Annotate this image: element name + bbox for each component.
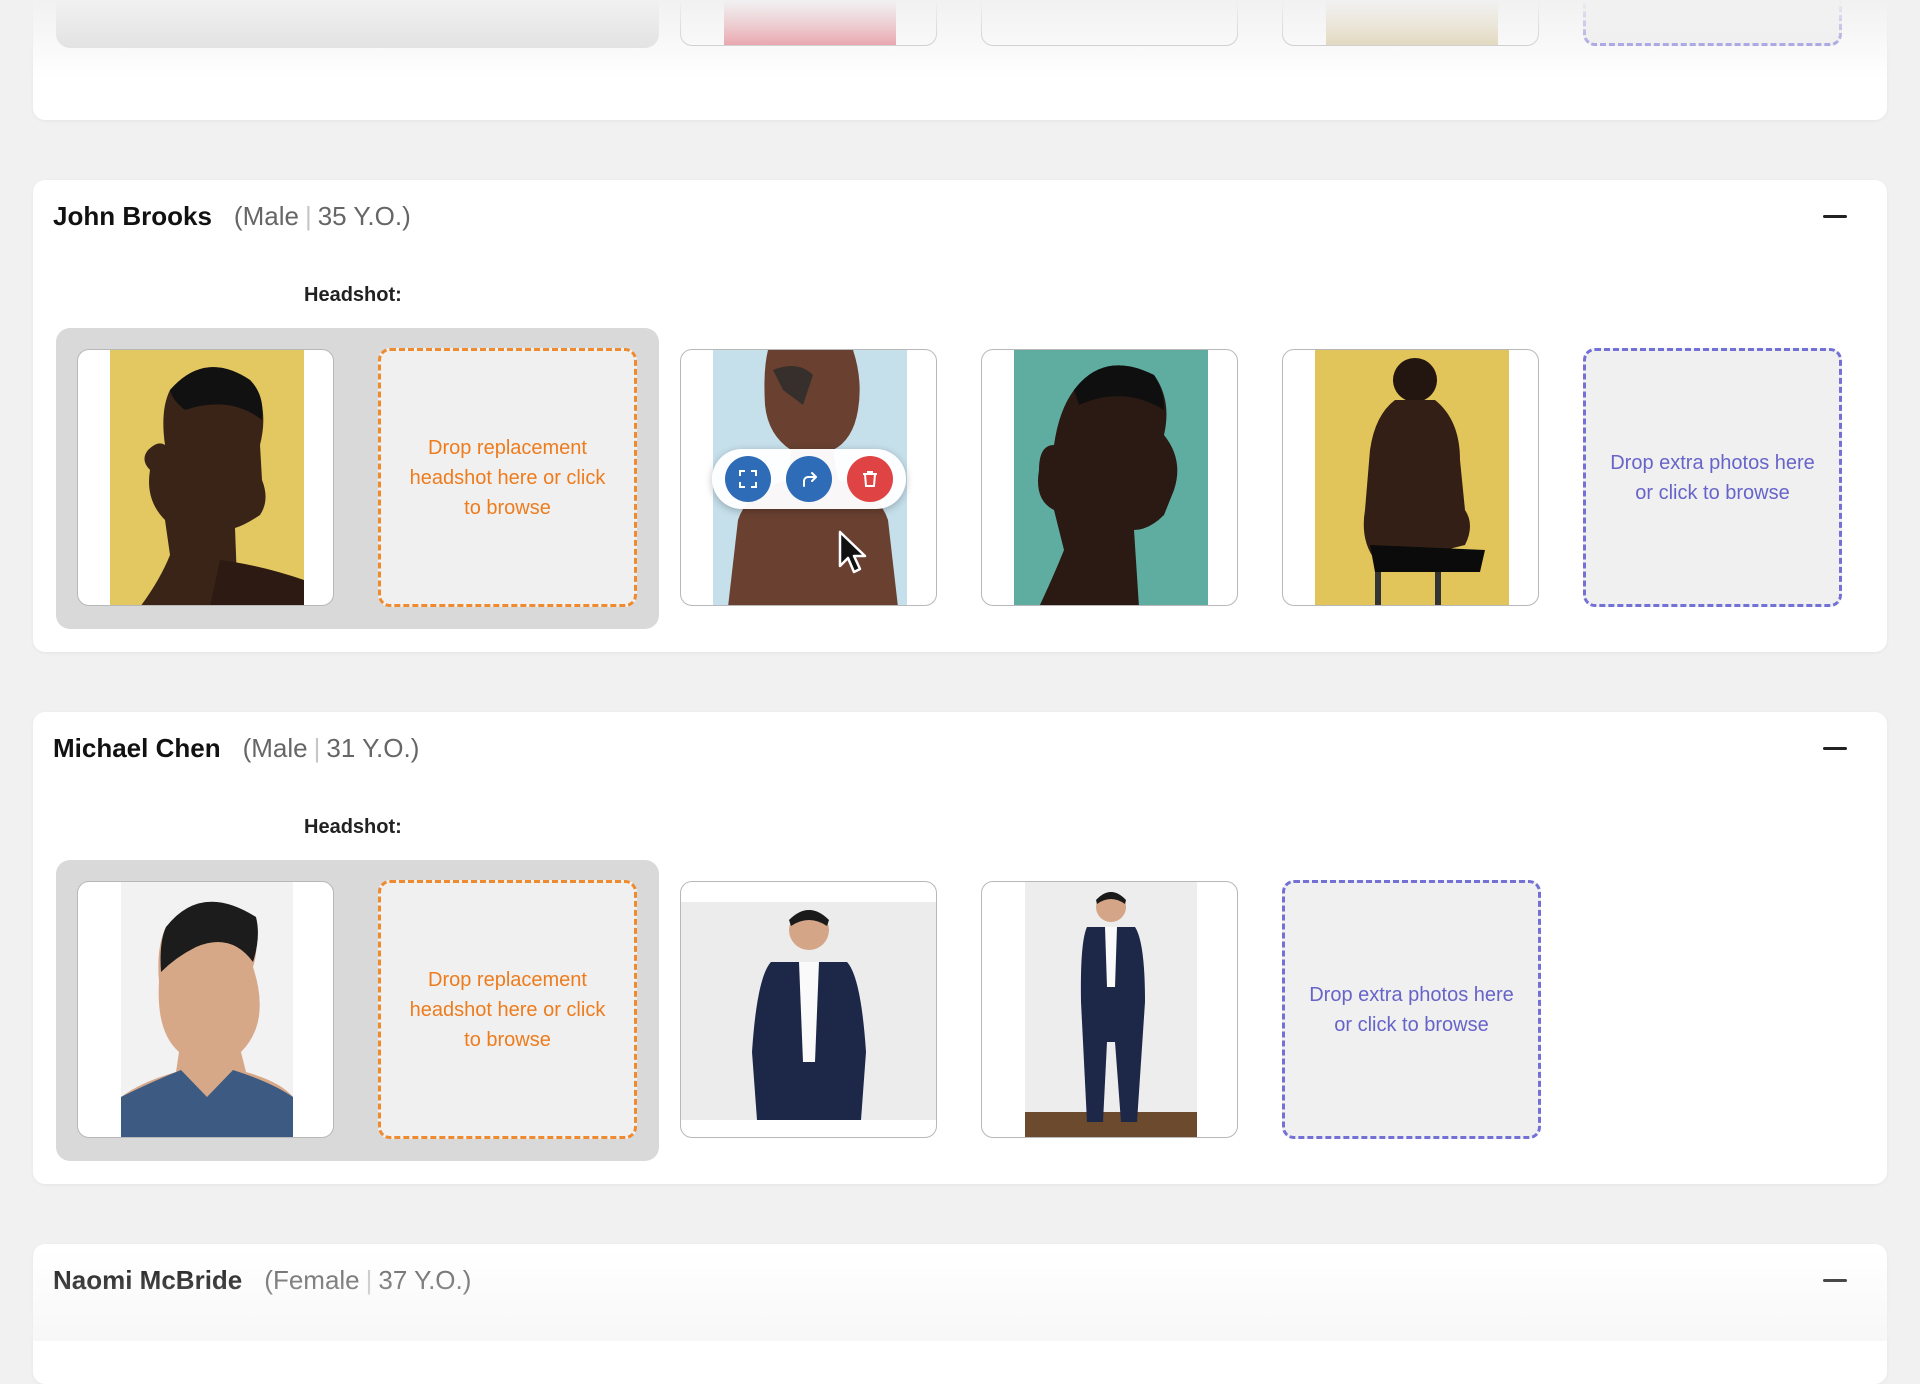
headshot-photo[interactable] [77,349,334,606]
extra-photos-drop-zone[interactable] [1583,0,1842,46]
fullscreen-button[interactable] [725,456,772,502]
photo-tile[interactable] [981,0,1238,46]
mouse-cursor-icon [838,530,867,574]
actor-age: 35 Y.O. [317,200,403,231]
minus-icon [1823,1278,1847,1282]
minus-icon [1823,214,1847,218]
actor-meta: (Male | 35 Y.O.) [233,200,411,231]
share-button[interactable] [785,456,832,502]
photo-tile[interactable] [1282,0,1539,46]
actor-header[interactable]: Michael Chen (Male | 31 Y.O.) [53,728,1867,768]
collapse-button[interactable] [1815,728,1855,768]
photo-tile[interactable] [981,881,1238,1138]
collapse-button[interactable] [1815,196,1855,236]
headshot-drop-zone[interactable]: Drop replacement headshot here or click … [378,348,637,607]
fullscreen-icon [739,470,758,488]
headshot-group: Drop replacement headshot here or click … [56,328,659,629]
extra-drop-text: Drop extra photos here or click to brows… [1610,451,1815,504]
actor-meta: (Male | 31 Y.O.) [242,732,420,763]
photo-tile[interactable] [680,0,937,46]
photo-tile[interactable] [981,349,1238,606]
actor-header[interactable]: John Brooks (Male | 35 Y.O.) [53,196,1867,236]
trash-icon [862,471,877,487]
headshot-drop-text: Drop replacement headshot here or click … [409,968,606,1051]
headshot-group: Drop replacement headshot here or click … [56,860,659,1161]
extra-photos-drop-zone[interactable]: Drop extra photos here or click to brows… [1583,348,1842,607]
actor-gender: Male [242,200,299,231]
photo-action-toolbar [712,449,906,509]
extra-photos-drop-zone[interactable]: Drop extra photos here or click to brows… [1282,880,1541,1139]
photo-tile[interactable] [1282,349,1539,606]
actor-name: John Brooks [53,200,212,231]
actor-meta: (Female | 37 Y.O.) [264,1264,472,1295]
actor-card: Naomi McBride (Female | 37 Y.O.) [33,1244,1887,1384]
minus-icon [1823,746,1847,750]
photo-tile[interactable] [680,881,937,1138]
headshot-photo[interactable] [77,881,334,1138]
headshot-drop-zone[interactable]: Drop replacement headshot here or click … [378,880,637,1139]
actor-age: 37 Y.O. [378,1264,463,1295]
extra-drop-text: Drop extra photos here or click to brows… [1309,983,1514,1036]
share-icon [802,472,817,487]
headshot-label: Headshot: [304,284,402,306]
delete-button[interactable] [846,456,893,502]
headshot-drop-text: Drop replacement headshot here or click … [409,436,606,519]
actor-gender: Male [251,732,308,763]
actor-name: Naomi McBride [53,1264,243,1295]
collapse-button[interactable] [1815,1260,1855,1300]
actor-age: 31 Y.O. [326,732,411,763]
headshot-label: Headshot: [304,816,402,838]
actor-name: Michael Chen [53,732,221,763]
actor-gender: Female [272,1264,360,1295]
actor-card: John Brooks (Male | 35 Y.O.) Headshot: Dro… [33,180,1887,652]
actor-card-previous [33,0,1887,120]
headshot-group [56,0,659,48]
actor-card: Michael Chen (Male | 31 Y.O.) Headshot: Dr… [33,712,1887,1184]
actor-header[interactable]: Naomi McBride (Female | 37 Y.O.) [53,1260,1867,1300]
